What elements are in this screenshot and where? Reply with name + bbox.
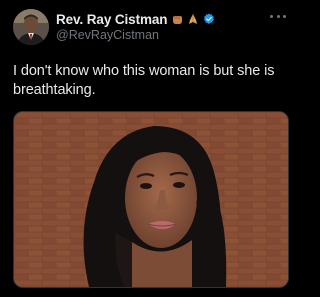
more-options-icon[interactable] xyxy=(270,13,286,19)
verified-badge-icon xyxy=(204,13,215,24)
attached-photo-icon xyxy=(14,112,288,287)
fist-emoji-icon xyxy=(173,16,183,24)
author-handle[interactable]: @RevRayCistman xyxy=(56,28,159,42)
author-name-row: Rev. Ray Cistman xyxy=(56,11,215,27)
tweet-photo[interactable] xyxy=(13,111,289,288)
tweet-text: I don't know who this woman is but she i… xyxy=(13,63,275,98)
tweet-card[interactable]: Rev. Ray Cistman @RevRayCistman I don't … xyxy=(0,0,300,297)
author-avatar[interactable] xyxy=(13,9,49,45)
avatar-photo-icon xyxy=(13,9,49,45)
author-display-name[interactable]: Rev. Ray Cistman xyxy=(56,12,168,27)
praying-hands-emoji-icon xyxy=(189,14,198,24)
